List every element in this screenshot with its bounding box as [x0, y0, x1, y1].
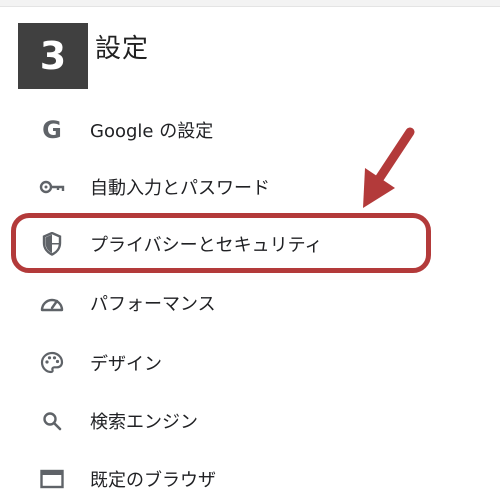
google-g-icon: G [42, 116, 62, 144]
menu-item-label: 自動入力とパスワード [90, 178, 270, 199]
key-icon [32, 172, 72, 202]
menu-item-label: Google の設定 [90, 121, 214, 142]
menu-item-search-engine[interactable]: 検索エンジン [20, 396, 420, 446]
menu-item-label: 検索エンジン [90, 412, 198, 433]
menu-item-appearance[interactable]: デザイン [20, 338, 420, 388]
palette-icon [32, 348, 72, 378]
menu-item-performance[interactable]: パフォーマンス [20, 278, 420, 328]
search-icon [32, 406, 72, 436]
browser-window-icon [32, 464, 72, 494]
speedometer-icon [32, 288, 72, 318]
menu-item-default-browser[interactable]: 既定のブラウザ [20, 454, 420, 504]
menu-item-label: パフォーマンス [90, 294, 216, 315]
menu-item-label: 既定のブラウザ [90, 470, 216, 491]
pointer-arrow-icon [363, 127, 415, 208]
highlight-box [11, 213, 431, 273]
menu-item-label: デザイン [90, 354, 162, 375]
